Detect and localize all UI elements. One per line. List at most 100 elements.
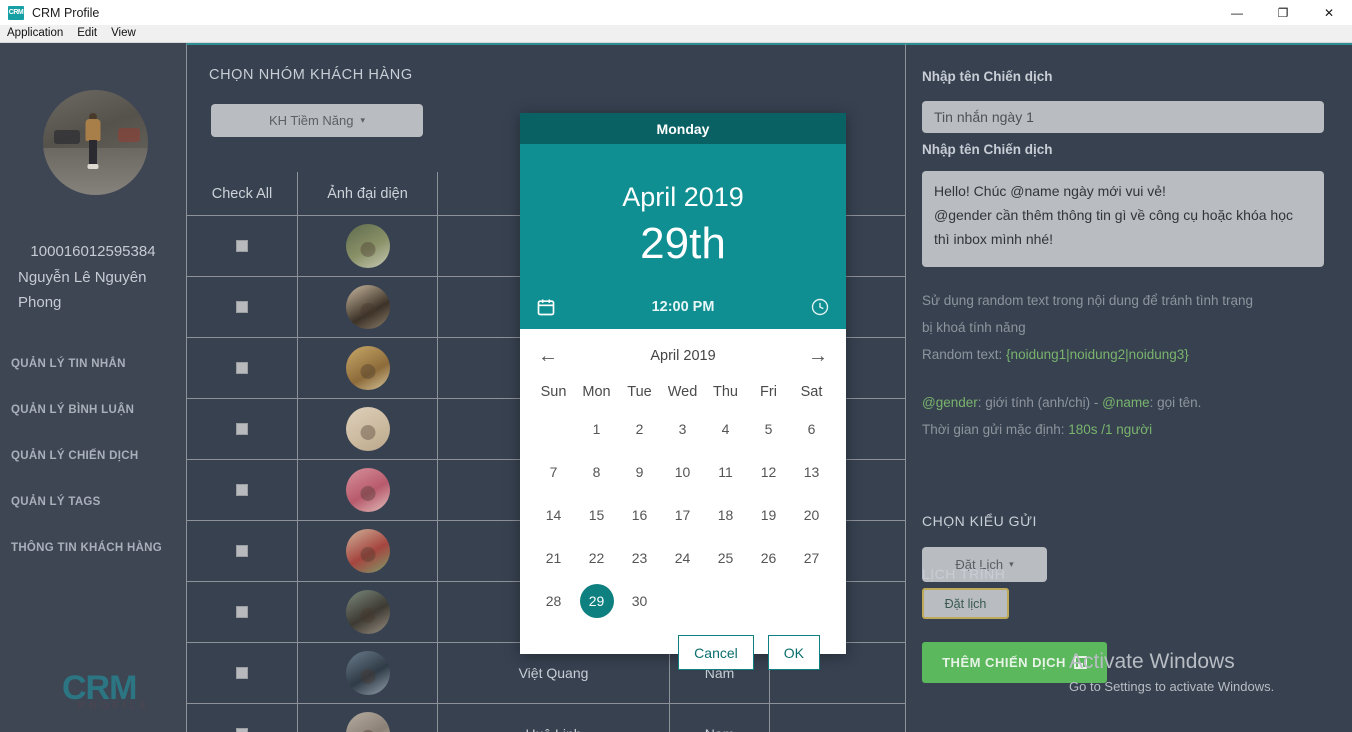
menu-item-application[interactable]: Application: [0, 26, 70, 41]
campaign-name-input[interactable]: [922, 101, 1324, 133]
next-month-arrow-icon[interactable]: →: [808, 346, 828, 366]
row-checkbox-cell[interactable]: [187, 216, 298, 276]
sidebar-item-label: THÔNG TIN KHÁCH HÀNG: [11, 542, 163, 554]
name-token-desc: : gọi tên.: [1149, 395, 1202, 410]
sidebar-item-campaigns[interactable]: QUẢN LÝ CHIẾN DỊCH: [0, 433, 186, 479]
avatar: [345, 468, 390, 512]
note-line-2: bị khoá tính năng: [922, 320, 1026, 335]
calendar-day[interactable]: 21: [532, 536, 575, 579]
row-checkbox[interactable]: [236, 362, 248, 374]
default-time-label: Thời gian gửi mặc định:: [922, 422, 1069, 437]
calendar-day[interactable]: 4: [704, 407, 747, 450]
row-checkbox-cell[interactable]: [187, 277, 298, 337]
calendar-day[interactable]: 17: [661, 493, 704, 536]
calendar-day[interactable]: [704, 579, 747, 622]
sidebar-item-comments[interactable]: QUẢN LÝ BÌNH LUẬN: [0, 387, 186, 433]
row-avatar-cell: [298, 277, 438, 337]
schedule-button[interactable]: Đặt lịch: [922, 588, 1009, 619]
calendar-day-selected[interactable]: 29: [575, 579, 618, 622]
menu-item-view[interactable]: View: [104, 26, 143, 41]
calendar-day-label: 16: [631, 506, 648, 523]
calendar-day[interactable]: 22: [575, 536, 618, 579]
row-avatar-cell: [298, 521, 438, 581]
calendar-day[interactable]: 20: [790, 493, 833, 536]
calendar-day-label: 22: [588, 549, 605, 566]
calendar-day[interactable]: 26: [747, 536, 790, 579]
row-checkbox[interactable]: [236, 240, 248, 252]
calendar-day[interactable]: 27: [790, 536, 833, 579]
dow-fri: Fri: [760, 383, 777, 400]
row-checkbox-cell[interactable]: [187, 521, 298, 581]
calendar-day-label: 12: [760, 463, 777, 480]
calendar-day[interactable]: 18: [704, 493, 747, 536]
customer-group-dropdown[interactable]: KH Tiềm Năng ▾: [211, 104, 423, 137]
sidebar-item-tags[interactable]: QUẢN LÝ TAGS: [0, 479, 186, 525]
row-checkbox[interactable]: [236, 728, 248, 732]
calendar-day[interactable]: 1: [575, 407, 618, 450]
row-checkbox-cell[interactable]: [187, 643, 298, 703]
calendar-day[interactable]: 13: [790, 450, 833, 493]
cancel-button[interactable]: Cancel: [678, 635, 754, 670]
calendar-day[interactable]: 25: [704, 536, 747, 579]
row-checkbox-cell[interactable]: [187, 460, 298, 520]
dow-thu: Thu: [713, 383, 738, 400]
gender-token-desc: : giới tính (anh/chị) -: [977, 395, 1103, 410]
calendar-day[interactable]: 3: [661, 407, 704, 450]
row-checkbox-cell[interactable]: [187, 582, 298, 642]
calendar-day[interactable]: 9: [618, 450, 661, 493]
sidebar-item-messages[interactable]: QUẢN LÝ TIN NHẮN: [0, 341, 186, 387]
row-checkbox[interactable]: [236, 484, 248, 496]
calendar-day-label: 7: [549, 463, 558, 480]
calendar-day[interactable]: 23: [618, 536, 661, 579]
calendar-day[interactable]: 5: [747, 407, 790, 450]
calendar-day[interactable]: 11: [704, 450, 747, 493]
row-checkbox[interactable]: [236, 606, 248, 618]
profile-name: Nguyễn Lê Nguyên Phong: [18, 269, 147, 311]
calendar-day[interactable]: 2: [618, 407, 661, 450]
row-checkbox[interactable]: [236, 545, 248, 557]
dow-sat: Sat: [800, 383, 823, 400]
calendar-day[interactable]: 6: [790, 407, 833, 450]
calendar-day[interactable]: 24: [661, 536, 704, 579]
sidebar-item-customer-info[interactable]: THÔNG TIN KHÁCH HÀNG: [0, 525, 186, 571]
calendar-day[interactable]: 14: [532, 493, 575, 536]
calendar-day[interactable]: 16: [618, 493, 661, 536]
prev-month-arrow-icon[interactable]: ←: [538, 346, 558, 366]
calendar-day[interactable]: [747, 579, 790, 622]
avatar: [345, 224, 390, 268]
calendar-day-label: 15: [588, 506, 605, 523]
close-button[interactable]: ✕: [1306, 0, 1352, 25]
calendar-day[interactable]: 12: [747, 450, 790, 493]
row-checkbox-cell[interactable]: [187, 704, 298, 732]
calendar-day[interactable]: 8: [575, 450, 618, 493]
table-row[interactable]: Huê Linh Nam: [187, 704, 905, 732]
row-avatar-cell: [298, 582, 438, 642]
avatar-bg-bike-right: [117, 127, 140, 142]
sidebar-menu: QUẢN LÝ TIN NHẮN QUẢN LÝ BÌNH LUẬN QUẢN …: [0, 341, 186, 571]
calendar-day[interactable]: 7: [532, 450, 575, 493]
ok-button[interactable]: OK: [767, 635, 820, 670]
row-checkbox[interactable]: [236, 423, 248, 435]
row-checkbox[interactable]: [236, 667, 248, 679]
menu-item-edit[interactable]: Edit: [70, 26, 104, 41]
calendar-day[interactable]: [532, 407, 575, 450]
calendar-day[interactable]: 19: [747, 493, 790, 536]
calendar-day[interactable]: 28: [532, 579, 575, 622]
add-campaign-button[interactable]: THÊM CHIẾN DỊCH: [922, 642, 1107, 683]
crm-logo-main: CRM: [62, 669, 137, 707]
avatar-bg-bike-left: [53, 129, 80, 144]
row-checkbox[interactable]: [236, 301, 248, 313]
calendar-day[interactable]: 15: [575, 493, 618, 536]
calendar-day[interactable]: [790, 579, 833, 622]
calendar-day[interactable]: 10: [661, 450, 704, 493]
row-checkbox-cell[interactable]: [187, 338, 298, 398]
calendar-day[interactable]: [661, 579, 704, 622]
row-checkbox-cell[interactable]: [187, 399, 298, 459]
calendar-day[interactable]: 30: [618, 579, 661, 622]
campaign-content-textarea[interactable]: Hello! Chúc @name ngày mới vui vẻ! @gend…: [922, 171, 1324, 267]
minimize-button[interactable]: —: [1214, 0, 1260, 25]
avatar-person-legs: [89, 140, 98, 165]
maximize-button[interactable]: ❐: [1260, 0, 1306, 25]
column-header-check-all[interactable]: Check All: [187, 172, 298, 215]
sidebar-item-label: QUẢN LÝ TAGS: [11, 496, 101, 508]
